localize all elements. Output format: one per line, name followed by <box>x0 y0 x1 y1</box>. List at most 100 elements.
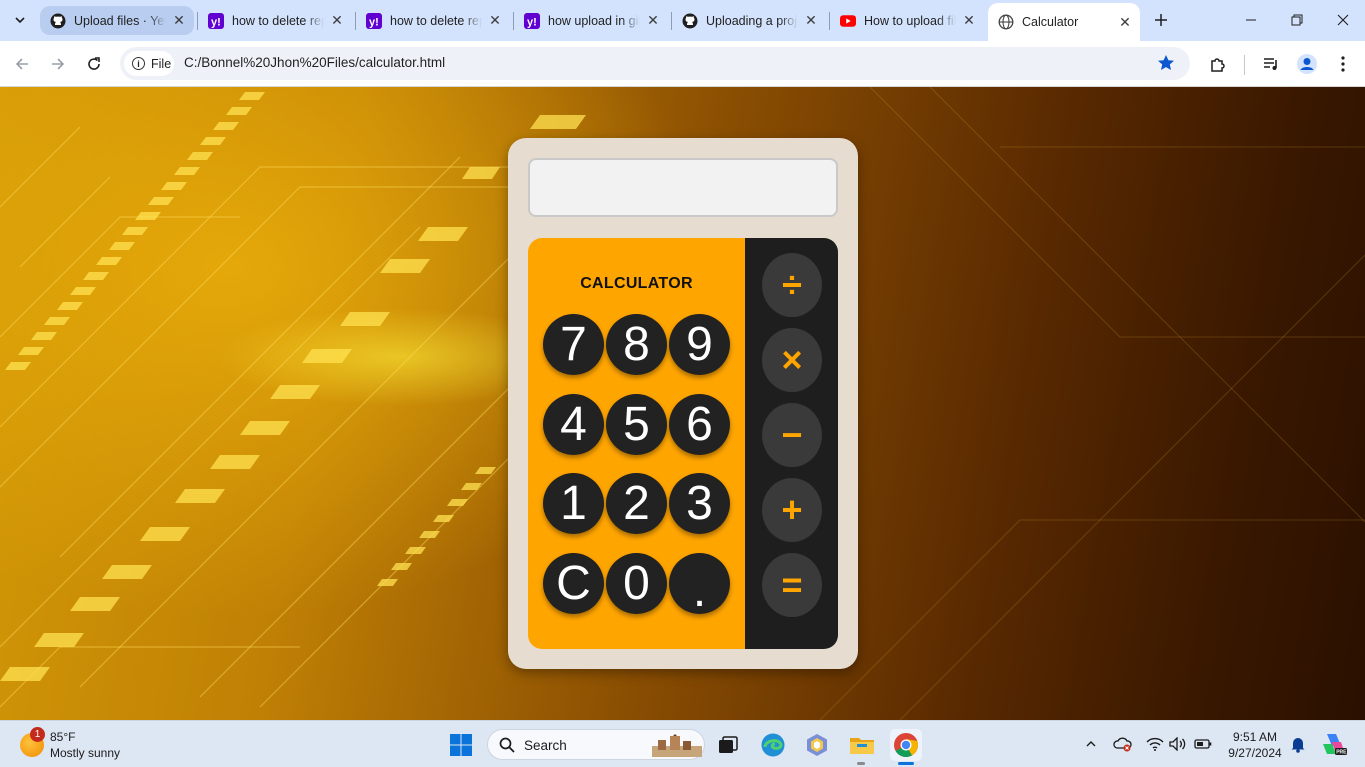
close-icon <box>1337 14 1349 26</box>
battery-icon <box>1194 739 1212 749</box>
media-queue-icon <box>1264 58 1277 70</box>
bell-icon <box>1291 738 1305 753</box>
task-view-button[interactable] <box>712 729 744 761</box>
start-button[interactable] <box>445 729 477 761</box>
copilot-button[interactable]: PRE <box>1321 731 1347 757</box>
menu-button[interactable] <box>1331 52 1355 76</box>
tab-search-button[interactable] <box>8 8 32 32</box>
tab-title: how to delete repository <box>390 13 482 28</box>
clear-key[interactable]: C <box>543 553 604 614</box>
url-text[interactable]: C:/Bonnel%20Jhon%20Files/calculator.html <box>184 55 445 70</box>
tab-how-to-delete-2[interactable]: y! how to delete repository ✕ <box>356 6 510 35</box>
close-icon[interactable]: ✕ <box>486 12 504 30</box>
reload-button[interactable] <box>81 51 107 77</box>
tab-title: Upload files · Yeyet2024 <box>74 13 166 28</box>
key-8[interactable]: 8 <box>606 314 667 375</box>
battery-status[interactable] <box>1193 734 1213 754</box>
calculator-display[interactable] <box>528 158 838 217</box>
key-5[interactable]: 5 <box>606 394 667 455</box>
notification-badge: 1 <box>30 727 45 742</box>
key-0[interactable]: 0 <box>606 553 667 614</box>
app-hexagon[interactable] <box>801 729 833 761</box>
divide-key[interactable]: ÷ <box>762 253 822 317</box>
tab-title: how upload in github <box>548 13 640 28</box>
close-icon[interactable]: ✕ <box>960 12 978 30</box>
youtube-icon <box>840 13 856 29</box>
volume-status[interactable] <box>1168 734 1188 754</box>
kebab-menu-icon <box>1341 56 1345 72</box>
plus-icon <box>1155 14 1167 26</box>
file-explorer-app[interactable] <box>846 729 878 761</box>
key-3[interactable]: 3 <box>669 473 730 534</box>
minimize-icon <box>1246 19 1256 21</box>
key-7[interactable]: 7 <box>543 314 604 375</box>
copilot-icon: PRE <box>1323 734 1347 756</box>
tab-how-to-delete-1[interactable]: y! how to delete repository ✕ <box>198 6 352 35</box>
onedrive-status[interactable] <box>1113 734 1133 754</box>
wifi-status[interactable] <box>1145 734 1165 754</box>
globe-icon <box>998 14 1014 30</box>
folder-icon <box>850 738 874 754</box>
key-2[interactable]: 2 <box>606 473 667 534</box>
calculator-title: CALCULATOR <box>580 275 693 292</box>
bookmark-star-button[interactable] <box>1156 53 1176 78</box>
chevron-up-icon <box>1086 741 1096 747</box>
site-info-label: File <box>151 56 172 71</box>
key-1[interactable]: 1 <box>543 473 604 534</box>
running-indicator <box>857 762 865 765</box>
key-4[interactable]: 4 <box>543 394 604 455</box>
number-keypad: CALCULATOR 7 8 9 4 5 6 1 2 3 C 0 . <box>528 238 745 649</box>
page-background: CALCULATOR 7 8 9 4 5 6 1 2 3 C 0 . ÷ × −… <box>0 87 1365 720</box>
clock-date: 9/27/2024 <box>1228 746 1282 760</box>
weather-condition: Mostly sunny <box>50 746 121 760</box>
operator-panel: ÷ × − + = <box>745 238 838 649</box>
edge-app[interactable] <box>757 729 789 761</box>
key-9[interactable]: 9 <box>669 314 730 375</box>
tab-how-upload[interactable]: y! how upload in github ✕ <box>514 6 668 35</box>
yahoo-icon: y! <box>524 12 540 29</box>
multiply-key[interactable]: × <box>762 328 822 392</box>
taskbar-search[interactable]: Search <box>487 729 705 760</box>
tab-uploading-project[interactable]: Uploading a project ✕ <box>672 6 826 35</box>
forward-button[interactable] <box>45 51 71 77</box>
show-hidden-icons-button[interactable] <box>1081 734 1101 754</box>
close-icon[interactable]: ✕ <box>802 12 820 30</box>
browser-toolbar: i File C:/Bonnel%20Jhon%20Files/calculat… <box>0 41 1365 87</box>
weather-widget[interactable]: 1 85°F Mostly sunny <box>20 727 160 761</box>
close-window-button[interactable] <box>1328 8 1358 32</box>
svg-text:y!: y! <box>527 16 537 28</box>
tab-upload-files[interactable]: Upload files · Yeyet2024 ✕ <box>40 6 194 35</box>
tab-calculator[interactable]: Calculator ✕ <box>988 3 1140 41</box>
key-6[interactable]: 6 <box>669 394 730 455</box>
site-info-chip[interactable]: i File <box>124 51 174 76</box>
close-icon[interactable]: ✕ <box>644 12 662 30</box>
tab-title: Calculator <box>1022 15 1079 29</box>
system-clock[interactable]: 9:51 AM 9/27/2024 <box>1225 729 1285 761</box>
restore-button[interactable] <box>1282 8 1312 32</box>
equals-key[interactable]: = <box>762 553 822 617</box>
yahoo-icon: y! <box>366 12 382 29</box>
toolbar-separator <box>1244 55 1245 75</box>
task-view-icon <box>719 736 738 753</box>
profile-button[interactable] <box>1295 52 1319 76</box>
tab-how-to-upload-files[interactable]: How to upload files ✕ <box>830 6 984 35</box>
yahoo-icon: y! <box>208 12 224 29</box>
active-indicator <box>898 762 914 765</box>
back-button[interactable] <box>9 51 35 77</box>
address-bar[interactable]: i File C:/Bonnel%20Jhon%20Files/calculat… <box>120 47 1190 80</box>
tab-strip: Upload files · Yeyet2024 ✕ y! how to del… <box>0 0 1365 41</box>
close-icon[interactable]: ✕ <box>1116 13 1134 31</box>
close-icon[interactable]: ✕ <box>170 12 188 30</box>
decimal-key[interactable]: . <box>669 553 730 614</box>
subtract-key[interactable]: − <box>762 403 822 467</box>
tab-title: Uploading a project <box>706 13 798 28</box>
notifications-button[interactable] <box>1288 734 1308 754</box>
chrome-app[interactable] <box>890 729 922 761</box>
new-tab-button[interactable] <box>1150 9 1172 31</box>
add-key[interactable]: + <box>762 478 822 542</box>
minimize-button[interactable] <box>1236 8 1266 32</box>
svg-text:y!: y! <box>369 16 379 28</box>
extensions-button[interactable] <box>1206 52 1230 76</box>
close-icon[interactable]: ✕ <box>328 12 346 30</box>
media-control-button[interactable] <box>1259 52 1283 76</box>
